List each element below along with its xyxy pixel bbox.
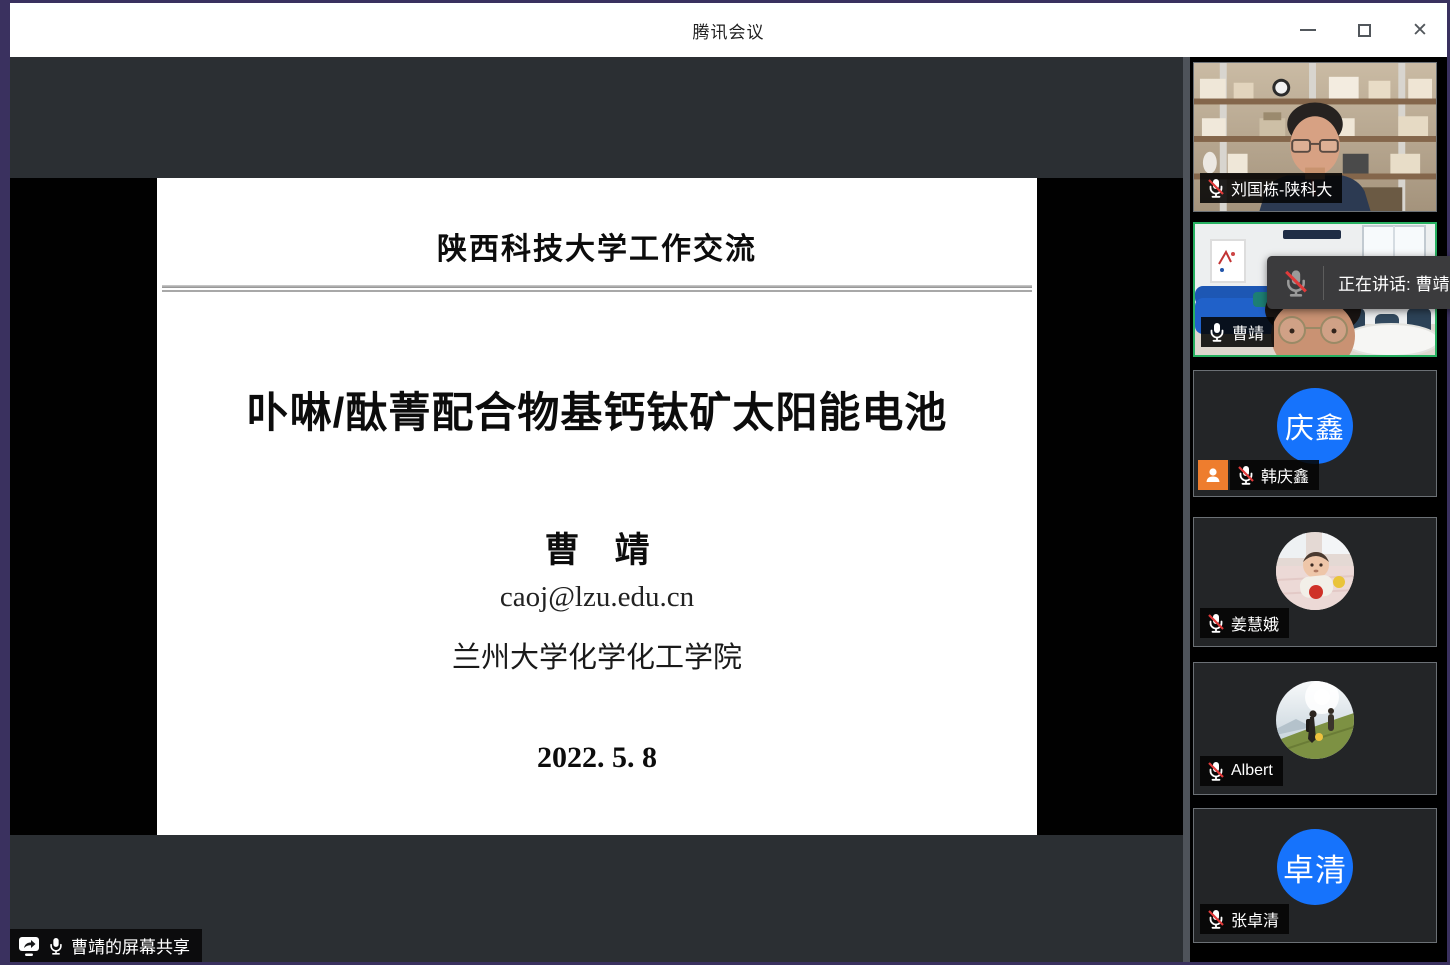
mic-on-icon: [1208, 322, 1226, 342]
mic-muted-icon: [1207, 761, 1225, 781]
name-badge: 曹靖: [1201, 317, 1274, 347]
name-badge: 张卓清: [1200, 904, 1289, 934]
shared-screen-content: 陕西科技大学工作交流 卟啉/酞菁配合物基钙钛矿太阳能电池 曹 靖 caoj@lz…: [10, 178, 1183, 835]
slide-email: caoj@lzu.edu.cn: [157, 581, 1037, 614]
presentation-slide: 陕西科技大学工作交流 卟啉/酞菁配合物基钙钛矿太阳能电池 曹 靖 caoj@lz…: [157, 178, 1037, 835]
participants-sidebar: 刘国栋-陕科大: [1190, 57, 1447, 962]
window-controls: ✕: [1295, 3, 1433, 57]
maximize-icon[interactable]: [1351, 17, 1377, 43]
mic-muted-icon: [1207, 909, 1225, 929]
slide-date: 2022. 5. 8: [157, 741, 1037, 775]
shared-screen-area: 陕西科技大学工作交流 卟啉/酞菁配合物基钙钛矿太阳能电池 曹 靖 caoj@lz…: [10, 57, 1183, 962]
meeting-window: 腾讯会议 ✕ 陕西科技大学工作交流 卟啉/酞菁配合物基钙钛矿太阳能电池 曹 靖 …: [0, 0, 1450, 965]
toast-divider: [1323, 266, 1324, 300]
participant-name: 曹靖: [1232, 320, 1264, 344]
name-badge: 刘国栋-陕科大: [1200, 173, 1342, 203]
participant-name: 张卓清: [1231, 907, 1279, 931]
name-badge: Albert: [1200, 756, 1283, 786]
sidebar-resize-divider[interactable]: [1183, 57, 1190, 962]
avatar-photo: [1276, 681, 1354, 759]
avatar: 卓清: [1277, 829, 1353, 905]
mic-muted-icon: [1207, 178, 1225, 198]
minimize-icon[interactable]: [1295, 17, 1321, 43]
speaking-toast: 正在讲话: 曹靖: [1267, 256, 1450, 309]
mic-muted-icon: [1207, 613, 1225, 633]
window-title: 腾讯会议: [693, 18, 765, 43]
window-titlebar[interactable]: 腾讯会议 ✕: [10, 3, 1447, 57]
slide-affiliation: 兰州大学化学化工学院: [157, 634, 1037, 676]
participant-tile-liuguodong[interactable]: 刘国栋-陕科大: [1193, 62, 1437, 212]
guest-icon: [1198, 460, 1228, 490]
mic-muted-icon: [1237, 465, 1255, 485]
close-icon[interactable]: ✕: [1407, 17, 1433, 43]
participant-name: Albert: [1231, 762, 1273, 780]
name-badge: 姜慧娥: [1200, 608, 1289, 638]
slide-author: 曹 靖: [157, 522, 1037, 573]
speaking-toast-label: 正在讲话: 曹靖: [1338, 270, 1449, 295]
participant-tile-albert[interactable]: Albert: [1193, 662, 1437, 795]
slide-title: 卟啉/酞菁配合物基钙钛矿太阳能电池: [157, 379, 1037, 440]
participant-tile-jianghuie[interactable]: 姜慧娥: [1193, 517, 1437, 647]
name-badge: 韩庆鑫: [1198, 460, 1319, 490]
participant-tile-hanqingxin[interactable]: 庆鑫 韩庆鑫: [1193, 370, 1437, 497]
mic-muted-icon[interactable]: [1283, 269, 1309, 297]
participant-name: 韩庆鑫: [1261, 463, 1309, 487]
participant-tile-zhangzhuoqing[interactable]: 卓清 张卓清: [1193, 808, 1437, 943]
participant-name: 姜慧娥: [1231, 611, 1279, 635]
slide-header-rule: [162, 285, 1032, 292]
screen-share-banner: 曹靖的屏幕共享: [10, 929, 202, 962]
avatar: 庆鑫: [1277, 388, 1353, 464]
screen-share-icon: [17, 935, 41, 957]
avatar-photo: [1276, 532, 1354, 610]
mic-on-icon: [48, 936, 64, 956]
slide-header: 陕西科技大学工作交流: [157, 224, 1037, 268]
screen-share-banner-label: 曹靖的屏幕共享: [71, 933, 190, 958]
participant-name: 刘国栋-陕科大: [1231, 176, 1332, 200]
